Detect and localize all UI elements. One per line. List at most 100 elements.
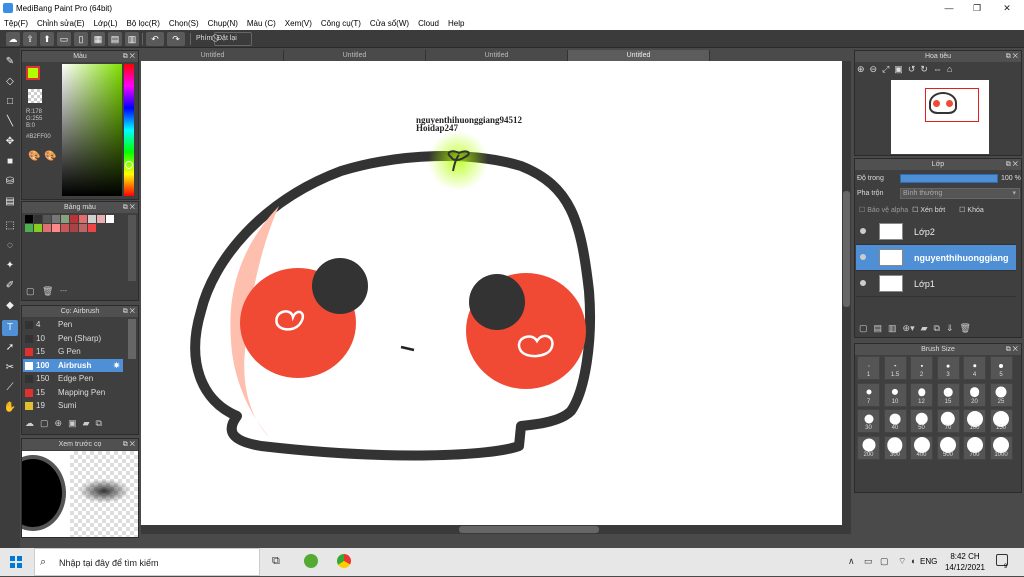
- brush-scrollbar[interactable]: [128, 319, 136, 359]
- select-pen-icon[interactable]: ✐: [2, 278, 18, 294]
- search-input[interactable]: Nhập tại đây để tìm kiếm: [34, 548, 260, 576]
- chrome-icon[interactable]: [337, 554, 351, 568]
- palette-swatch[interactable]: [43, 224, 51, 232]
- blend-mode-select[interactable]: Bình thường ▾: [900, 188, 1020, 199]
- visibility-icon[interactable]: [860, 280, 866, 286]
- minimize-button[interactable]: —: [934, 0, 964, 16]
- brush-size-cell[interactable]: 500: [936, 435, 960, 460]
- eraser-tool-icon[interactable]: ◇: [2, 74, 18, 90]
- palette-swatch[interactable]: [52, 215, 60, 223]
- palette-swatch[interactable]: [34, 215, 42, 223]
- palette-swatch[interactable]: [79, 215, 87, 223]
- tab-untitled-1[interactable]: Untitled: [142, 50, 284, 61]
- visibility-icon[interactable]: [860, 254, 866, 260]
- brush-size-cell[interactable]: 25: [989, 382, 1013, 407]
- panel-options-icon[interactable]: ⧉ ✕: [1006, 159, 1018, 170]
- brush-size-cell[interactable]: 400: [910, 435, 933, 460]
- navigator-thumbnail[interactable]: [891, 80, 989, 154]
- brush-item[interactable]: 15 Mapping Pen: [23, 386, 123, 399]
- merge-layer-icon[interactable]: ⇓: [946, 323, 954, 335]
- palette-swatch[interactable]: [25, 224, 33, 232]
- rect-tool-icon[interactable]: □: [2, 94, 18, 110]
- brush-size-cell[interactable]: 30: [857, 409, 880, 433]
- brush-size-cell[interactable]: 7: [857, 382, 880, 407]
- lock-icon[interactable]: ⌂: [947, 64, 952, 78]
- new-layer-icon[interactable]: ▢: [859, 323, 868, 335]
- rotate-right-icon[interactable]: ↻: [920, 64, 928, 78]
- line-tool-icon[interactable]: ╲: [2, 114, 18, 130]
- delete-layer-icon[interactable]: 🗑: [960, 323, 971, 335]
- add-layer-menu-icon[interactable]: ⊕▾: [903, 323, 915, 335]
- app-taskbar-icon[interactable]: [304, 554, 318, 568]
- new-halftone-layer-icon[interactable]: ▤: [874, 323, 883, 335]
- layer-row-nguyenthihuonggiang[interactable]: nguyenthihuonggiang: [856, 245, 1016, 271]
- comment-icon[interactable]: ▭: [57, 32, 71, 46]
- layer-row-lop2[interactable]: Lớp2: [856, 219, 1016, 245]
- brush-item[interactable]: 19 Sumi: [23, 399, 123, 412]
- layer-row-lop1[interactable]: Lớp1: [856, 271, 1016, 297]
- brush-size-cell[interactable]: 50: [910, 409, 933, 433]
- brush-size-cell[interactable]: 70: [936, 409, 960, 433]
- clock[interactable]: 8:42 CH 14/12/2021: [944, 551, 986, 573]
- brush-size-cell[interactable]: 1.5: [883, 356, 907, 380]
- lock-checkbox[interactable]: ☐ Khóa: [959, 206, 984, 214]
- brush-size-cell[interactable]: 5: [989, 356, 1013, 380]
- cloud-icon[interactable]: ☁: [6, 32, 20, 46]
- palette-swatch[interactable]: [97, 215, 105, 223]
- maximize-button[interactable]: ❐: [962, 0, 992, 16]
- brush-item[interactable]: 150 Edge Pen: [23, 372, 123, 385]
- tray-chevron-icon[interactable]: ∧: [848, 556, 855, 567]
- language-indicator[interactable]: ENG: [920, 557, 937, 566]
- menu-tools[interactable]: Công cụ(T): [317, 19, 366, 28]
- network-icon[interactable]: ⌔: [898, 556, 906, 567]
- brush-size-cell[interactable]: 40: [883, 409, 907, 433]
- menu-file[interactable]: Tệp(F): [0, 19, 33, 28]
- close-button[interactable]: ✕: [992, 0, 1022, 16]
- delete-icon[interactable]: 🗑: [42, 286, 53, 297]
- brush-cloud-icon[interactable]: ☁: [25, 418, 34, 432]
- eyedropper-icon[interactable]: ⟋: [2, 380, 18, 396]
- palette-swatch[interactable]: [34, 224, 42, 232]
- brush-size-cell[interactable]: 12: [910, 382, 933, 407]
- magic-wand-icon[interactable]: ✦: [2, 258, 18, 274]
- hue-slider[interactable]: [124, 64, 134, 196]
- undo-icon[interactable]: ↶: [146, 32, 164, 46]
- panel-options-icon[interactable]: ⧉ ✕: [123, 439, 135, 450]
- grid-icon[interactable]: ▦: [91, 32, 105, 46]
- display-icon[interactable]: ▢: [880, 556, 889, 567]
- palette-swatch[interactable]: [88, 224, 96, 232]
- palette-swatch[interactable]: [61, 215, 69, 223]
- task-view-icon[interactable]: ⧉: [272, 555, 280, 568]
- palette-swatch[interactable]: [43, 215, 51, 223]
- menu-edit[interactable]: Chỉnh sửa(E): [33, 19, 90, 28]
- panel-options-icon[interactable]: ⧉ ✕: [123, 202, 135, 213]
- actual-size-icon[interactable]: ▣: [894, 64, 903, 78]
- gear-icon[interactable]: ✷: [113, 359, 120, 372]
- hand-tool-icon[interactable]: ✋: [2, 400, 18, 416]
- vertical-scroll-thumb[interactable]: [843, 191, 850, 307]
- canvas-horizontal-scrollbar[interactable]: [141, 525, 844, 534]
- brush-size-cell[interactable]: 700: [963, 435, 986, 460]
- tab-untitled-2[interactable]: Untitled: [284, 50, 426, 61]
- export-icon[interactable]: ⇪: [23, 32, 37, 46]
- brush-size-cell[interactable]: 150: [989, 409, 1013, 433]
- menu-select[interactable]: Chọn(S): [165, 19, 204, 28]
- gradient-tool-icon[interactable]: ▤: [2, 194, 18, 210]
- duplicate-layer-icon[interactable]: ⧉: [934, 323, 940, 335]
- divide-tool-icon[interactable]: ✂: [2, 360, 18, 376]
- clipping-checkbox[interactable]: ☐ Xén bớt: [912, 206, 945, 214]
- brush-size-cell[interactable]: 200: [857, 435, 880, 460]
- menu-window[interactable]: Cửa sổ(W): [366, 19, 414, 28]
- brush-item[interactable]: 15 G Pen: [23, 345, 123, 358]
- saturation-value-picker[interactable]: [62, 64, 122, 196]
- menu-view[interactable]: Xem(V): [281, 19, 317, 28]
- palette-swatch[interactable]: [79, 224, 87, 232]
- brush-size-cell[interactable]: 1000: [989, 435, 1013, 460]
- transparent-swatch[interactable]: [28, 89, 42, 103]
- palette-swatch[interactable]: [52, 224, 60, 232]
- brush-item[interactable]: 100 Airbrush ✷: [23, 358, 123, 372]
- panel-icon[interactable]: ▥: [125, 32, 139, 46]
- brush-new-icon[interactable]: ▢: [40, 418, 49, 432]
- layout-icon[interactable]: ▤: [108, 32, 122, 46]
- redo-icon[interactable]: ↷: [167, 32, 185, 46]
